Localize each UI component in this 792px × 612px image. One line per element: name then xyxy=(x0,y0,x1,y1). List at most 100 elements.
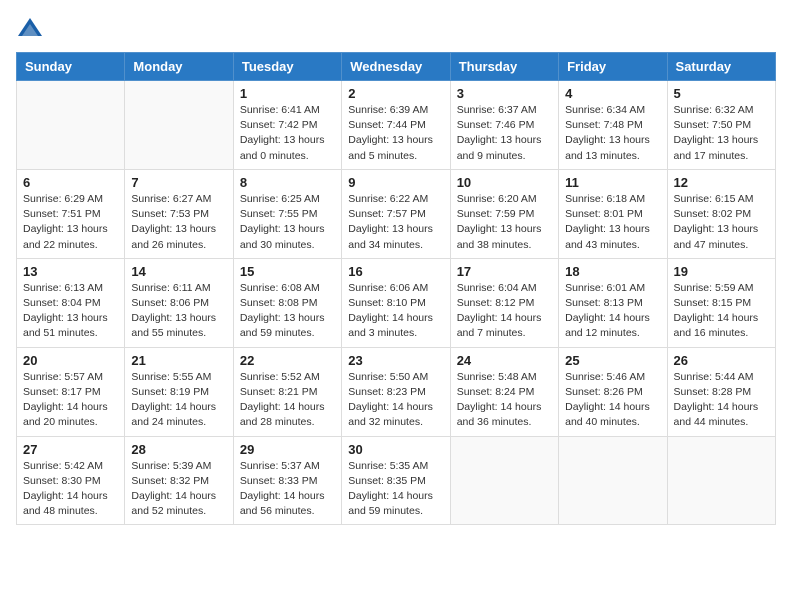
day-info: Sunrise: 6:32 AMSunset: 7:50 PMDaylight:… xyxy=(674,103,769,164)
day-number: 8 xyxy=(240,175,335,190)
calendar-cell: 22 Sunrise: 5:52 AMSunset: 8:21 PMDayligh… xyxy=(233,347,341,436)
day-info: Sunrise: 6:25 AMSunset: 7:55 PMDaylight:… xyxy=(240,192,335,253)
calendar-cell: 16Sunrise: 6:06 AMSunset: 8:10 PMDayligh… xyxy=(342,258,450,347)
day-number: 29 xyxy=(240,442,335,457)
calendar-cell: 13 Sunrise: 6:13 AMSunset: 8:04 PMDayligh… xyxy=(17,258,125,347)
day-info: Sunrise: 6:08 AMSunset: 8:08 PMDaylight:… xyxy=(240,281,335,342)
day-info: Sunrise: 5:35 AMSunset: 8:35 PMDaylight:… xyxy=(348,459,443,520)
logo xyxy=(16,16,48,44)
day-info: Sunrise: 5:57 AMSunset: 8:17 PMDaylight:… xyxy=(23,370,118,431)
day-info: Sunrise: 5:52 AMSunset: 8:21 PMDaylight:… xyxy=(240,370,335,431)
day-number: 23 xyxy=(348,353,443,368)
day-info: Sunrise: 6:01 AMSunset: 8:13 PMDaylight:… xyxy=(565,281,660,342)
calendar-cell: 18 Sunrise: 6:01 AMSunset: 8:13 PMDayligh… xyxy=(559,258,667,347)
day-info: Sunrise: 6:34 AMSunset: 7:48 PMDaylight:… xyxy=(565,103,660,164)
calendar-cell: 21 Sunrise: 5:55 AMSunset: 8:19 PMDayligh… xyxy=(125,347,233,436)
day-number: 14 xyxy=(131,264,226,279)
day-number: 2 xyxy=(348,86,443,101)
calendar-cell xyxy=(559,436,667,525)
calendar-day-header: Friday xyxy=(559,53,667,81)
calendar-cell: 19 Sunrise: 5:59 AMSunset: 8:15 PMDayligh… xyxy=(667,258,775,347)
day-number: 21 xyxy=(131,353,226,368)
day-info: Sunrise: 5:48 AMSunset: 8:24 PMDaylight:… xyxy=(457,370,552,431)
calendar-cell: 20 Sunrise: 5:57 AMSunset: 8:17 PMDayligh… xyxy=(17,347,125,436)
day-number: 27 xyxy=(23,442,118,457)
calendar-cell: 12 Sunrise: 6:15 AMSunset: 8:02 PMDayligh… xyxy=(667,169,775,258)
calendar-header-row: SundayMondayTuesdayWednesdayThursdayFrid… xyxy=(17,53,776,81)
calendar-cell: 29 Sunrise: 5:37 AMSunset: 8:33 PMDayligh… xyxy=(233,436,341,525)
calendar-cell: 26 Sunrise: 5:44 AMSunset: 8:28 PMDayligh… xyxy=(667,347,775,436)
day-info: Sunrise: 6:11 AMSunset: 8:06 PMDaylight:… xyxy=(131,281,226,342)
calendar-day-header: Wednesday xyxy=(342,53,450,81)
calendar-cell: 23 Sunrise: 5:50 AMSunset: 8:23 PMDayligh… xyxy=(342,347,450,436)
day-info: Sunrise: 5:50 AMSunset: 8:23 PMDaylight:… xyxy=(348,370,443,431)
calendar-cell xyxy=(667,436,775,525)
day-info: Sunrise: 6:22 AMSunset: 7:57 PMDaylight:… xyxy=(348,192,443,253)
calendar-cell: 17 Sunrise: 6:04 AMSunset: 8:12 PMDayligh… xyxy=(450,258,558,347)
calendar-cell: 7Sunrise: 6:27 AMSunset: 7:53 PMDaylight… xyxy=(125,169,233,258)
day-number: 1 xyxy=(240,86,335,101)
calendar-day-header: Sunday xyxy=(17,53,125,81)
day-number: 13 xyxy=(23,264,118,279)
day-info: Sunrise: 5:37 AMSunset: 8:33 PMDaylight:… xyxy=(240,459,335,520)
day-info: Sunrise: 6:15 AMSunset: 8:02 PMDaylight:… xyxy=(674,192,769,253)
day-info: Sunrise: 6:18 AMSunset: 8:01 PMDaylight:… xyxy=(565,192,660,253)
page-header xyxy=(16,16,776,44)
calendar-cell: 15 Sunrise: 6:08 AMSunset: 8:08 PMDayligh… xyxy=(233,258,341,347)
day-number: 16 xyxy=(348,264,443,279)
day-number: 26 xyxy=(674,353,769,368)
day-info: Sunrise: 5:59 AMSunset: 8:15 PMDaylight:… xyxy=(674,281,769,342)
calendar-cell: 25 Sunrise: 5:46 AMSunset: 8:26 PMDayligh… xyxy=(559,347,667,436)
calendar-cell: 2 Sunrise: 6:39 AMSunset: 7:44 PMDaylight… xyxy=(342,81,450,170)
calendar-week-row: 6 Sunrise: 6:29 AMSunset: 7:51 PMDaylight… xyxy=(17,169,776,258)
calendar-week-row: 27 Sunrise: 5:42 AMSunset: 8:30 PMDayligh… xyxy=(17,436,776,525)
calendar-table: SundayMondayTuesdayWednesdayThursdayFrid… xyxy=(16,52,776,525)
calendar-cell: 6 Sunrise: 6:29 AMSunset: 7:51 PMDaylight… xyxy=(17,169,125,258)
day-number: 30 xyxy=(348,442,443,457)
day-number: 20 xyxy=(23,353,118,368)
calendar-cell: 30 Sunrise: 5:35 AMSunset: 8:35 PMDayligh… xyxy=(342,436,450,525)
day-info: Sunrise: 5:46 AMSunset: 8:26 PMDaylight:… xyxy=(565,370,660,431)
calendar-cell: 3Sunrise: 6:37 AMSunset: 7:46 PMDaylight… xyxy=(450,81,558,170)
day-info: Sunrise: 6:29 AMSunset: 7:51 PMDaylight:… xyxy=(23,192,118,253)
day-info: Sunrise: 6:13 AMSunset: 8:04 PMDaylight:… xyxy=(23,281,118,342)
logo-icon xyxy=(16,16,44,44)
calendar-cell: 4 Sunrise: 6:34 AMSunset: 7:48 PMDaylight… xyxy=(559,81,667,170)
calendar-cell: 28Sunrise: 5:39 AMSunset: 8:32 PMDayligh… xyxy=(125,436,233,525)
day-number: 12 xyxy=(674,175,769,190)
calendar-cell: 10Sunrise: 6:20 AMSunset: 7:59 PMDayligh… xyxy=(450,169,558,258)
day-number: 4 xyxy=(565,86,660,101)
day-info: Sunrise: 6:20 AMSunset: 7:59 PMDaylight:… xyxy=(457,192,552,253)
calendar-week-row: 20 Sunrise: 5:57 AMSunset: 8:17 PMDayligh… xyxy=(17,347,776,436)
calendar-day-header: Thursday xyxy=(450,53,558,81)
calendar-cell: 24 Sunrise: 5:48 AMSunset: 8:24 PMDayligh… xyxy=(450,347,558,436)
calendar-cell: 27 Sunrise: 5:42 AMSunset: 8:30 PMDayligh… xyxy=(17,436,125,525)
calendar-day-header: Saturday xyxy=(667,53,775,81)
day-info: Sunrise: 5:55 AMSunset: 8:19 PMDaylight:… xyxy=(131,370,226,431)
calendar-week-row: 13 Sunrise: 6:13 AMSunset: 8:04 PMDayligh… xyxy=(17,258,776,347)
day-number: 19 xyxy=(674,264,769,279)
day-info: Sunrise: 6:27 AMSunset: 7:53 PMDaylight:… xyxy=(131,192,226,253)
day-number: 17 xyxy=(457,264,552,279)
day-info: Sunrise: 5:44 AMSunset: 8:28 PMDaylight:… xyxy=(674,370,769,431)
day-number: 28 xyxy=(131,442,226,457)
day-number: 11 xyxy=(565,175,660,190)
day-info: Sunrise: 6:39 AMSunset: 7:44 PMDaylight:… xyxy=(348,103,443,164)
day-number: 24 xyxy=(457,353,552,368)
day-info: Sunrise: 6:04 AMSunset: 8:12 PMDaylight:… xyxy=(457,281,552,342)
calendar-cell: 14 Sunrise: 6:11 AMSunset: 8:06 PMDayligh… xyxy=(125,258,233,347)
calendar-cell: 8 Sunrise: 6:25 AMSunset: 7:55 PMDaylight… xyxy=(233,169,341,258)
day-info: Sunrise: 5:42 AMSunset: 8:30 PMDaylight:… xyxy=(23,459,118,520)
calendar-day-header: Tuesday xyxy=(233,53,341,81)
day-number: 25 xyxy=(565,353,660,368)
day-number: 5 xyxy=(674,86,769,101)
day-info: Sunrise: 6:41 AMSunset: 7:42 PMDaylight:… xyxy=(240,103,335,164)
day-number: 6 xyxy=(23,175,118,190)
calendar-cell: 5 Sunrise: 6:32 AMSunset: 7:50 PMDaylight… xyxy=(667,81,775,170)
calendar-day-header: Monday xyxy=(125,53,233,81)
day-number: 22 xyxy=(240,353,335,368)
calendar-cell: 11 Sunrise: 6:18 AMSunset: 8:01 PMDayligh… xyxy=(559,169,667,258)
day-number: 18 xyxy=(565,264,660,279)
calendar-cell xyxy=(17,81,125,170)
day-number: 15 xyxy=(240,264,335,279)
